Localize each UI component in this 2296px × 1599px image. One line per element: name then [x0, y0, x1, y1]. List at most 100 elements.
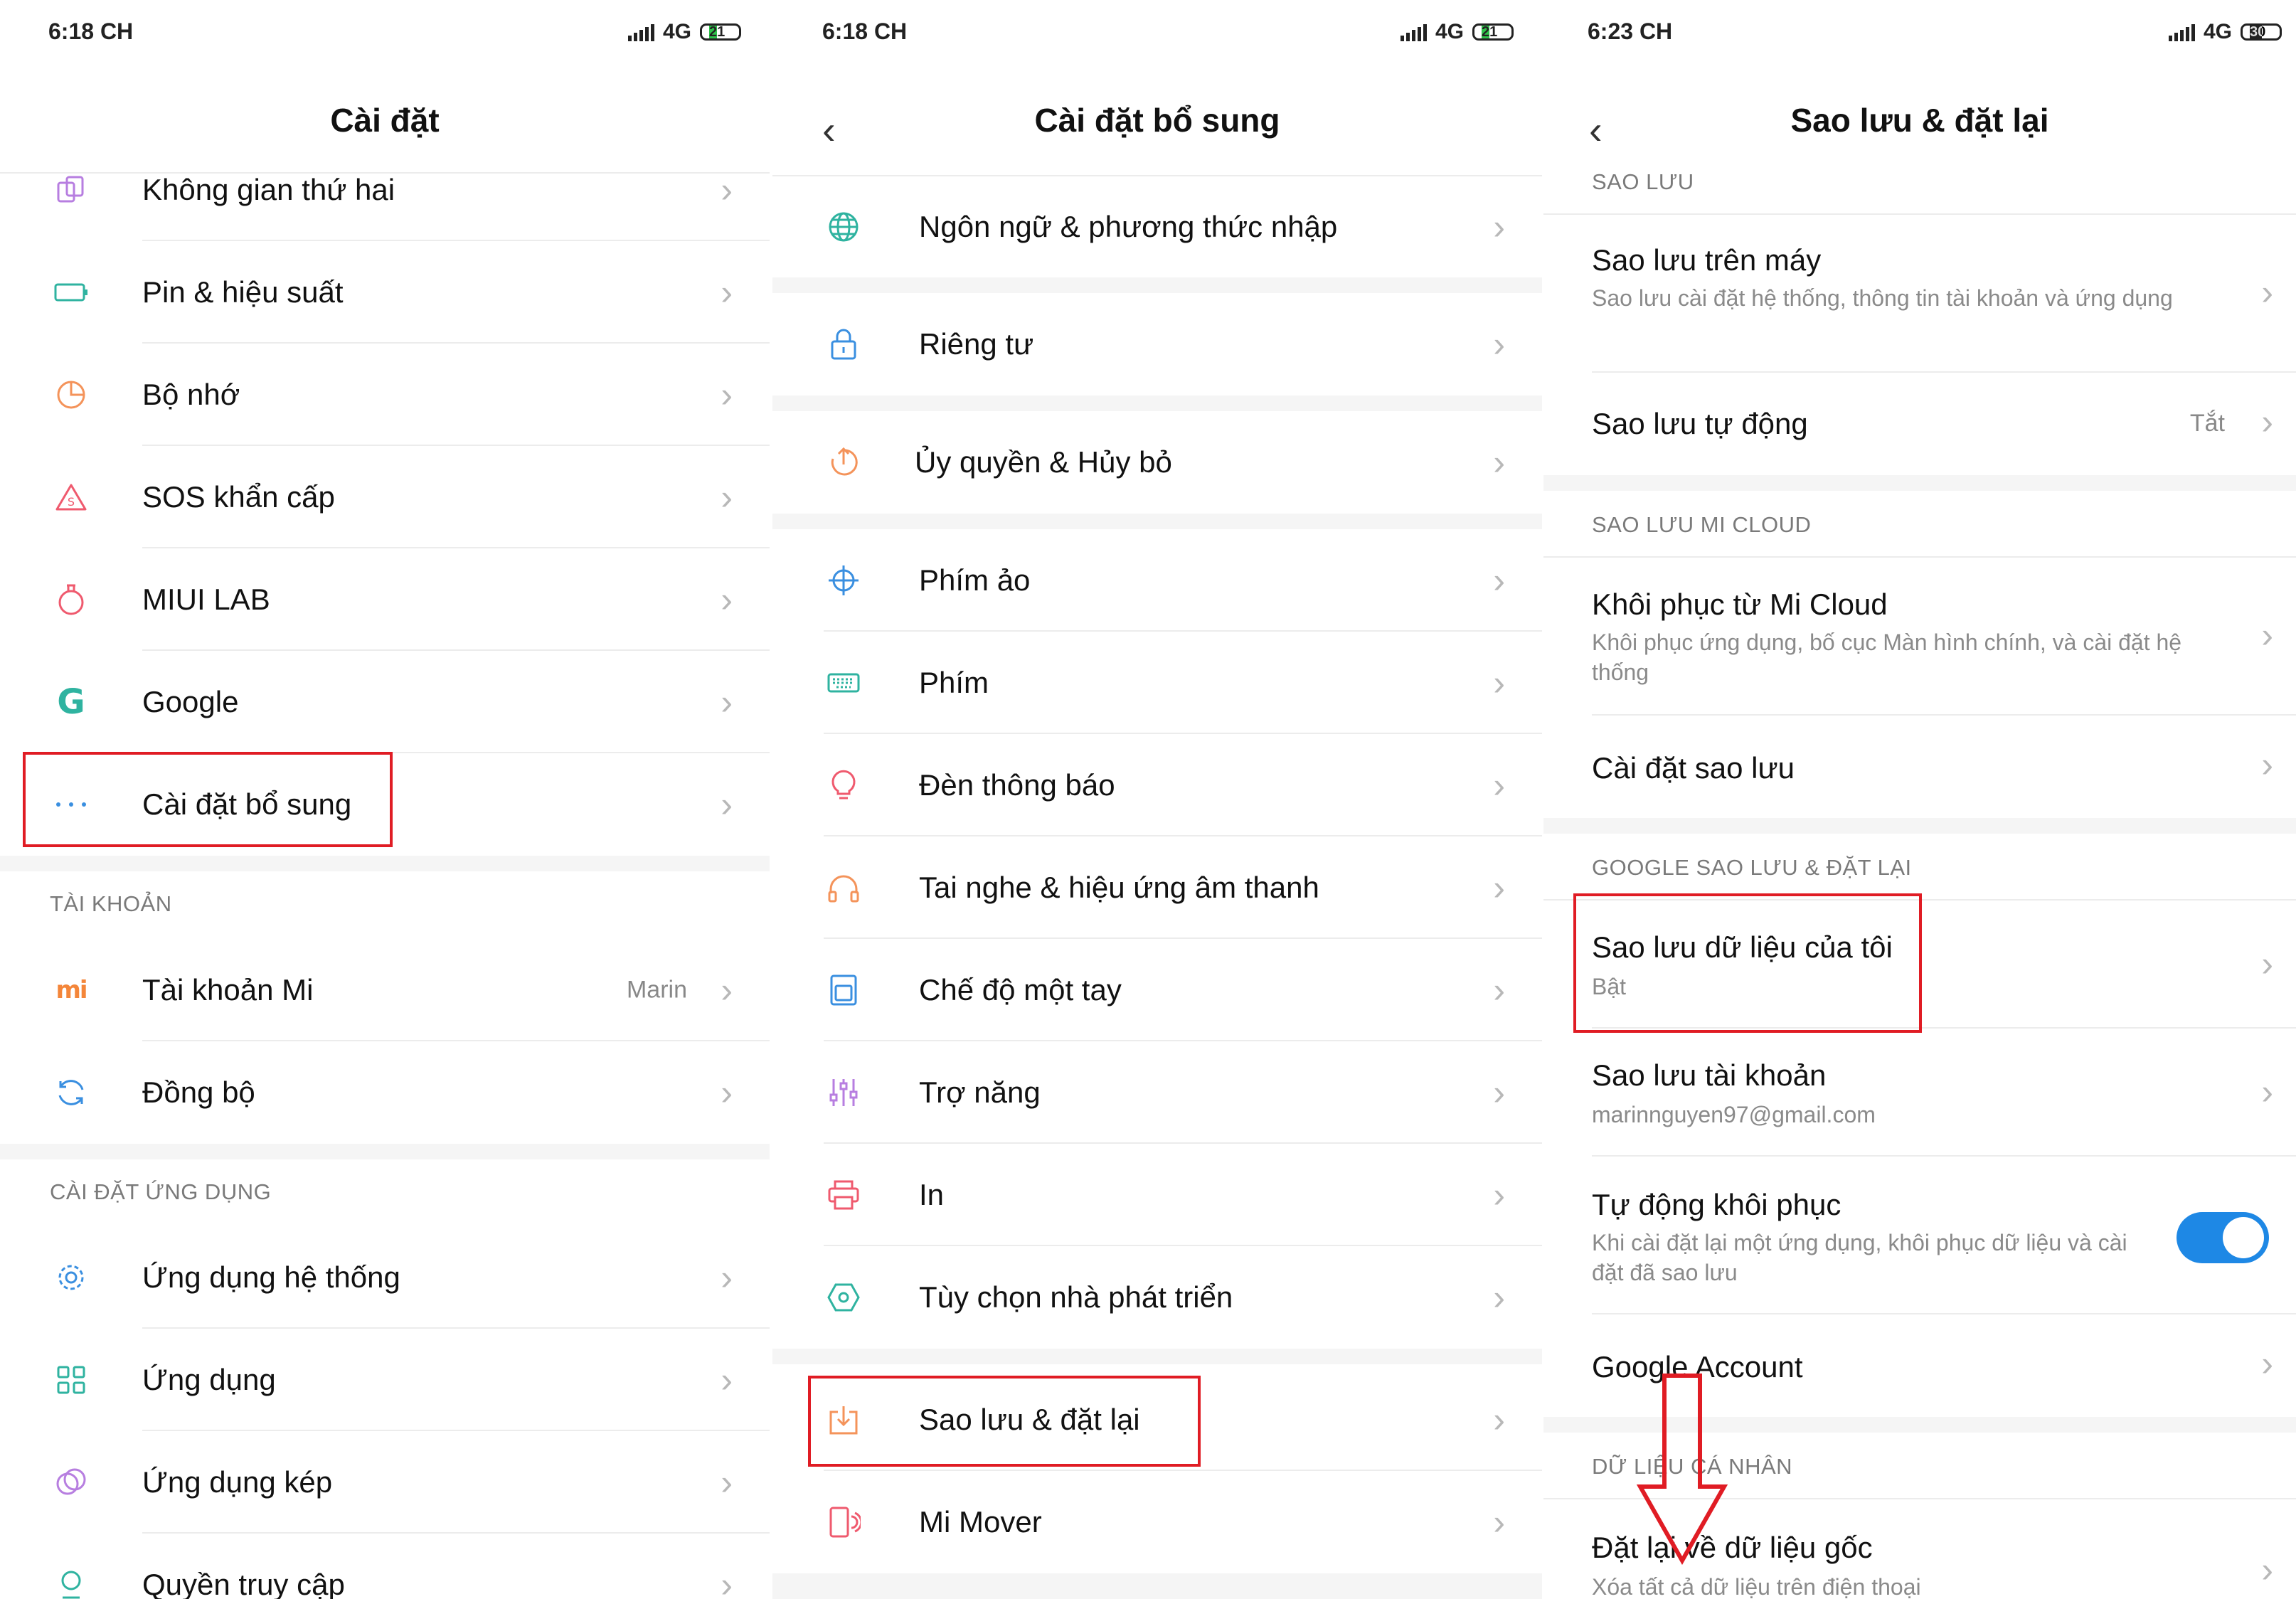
list-item-title: Tự động khôi phục — [1592, 1188, 1841, 1221]
list-item-title: Đặt lại về dữ liệu gốc — [1592, 1531, 1873, 1564]
list-item-label: Phím ảo — [919, 563, 1031, 597]
auto-restore-toggle[interactable] — [2177, 1212, 2269, 1263]
list-item-backup-settings[interactable]: Cài đặt sao lưu › — [1543, 716, 2296, 818]
chevron-right-icon: › — [1493, 561, 1505, 600]
list-item-google[interactable]: G Google › — [0, 651, 770, 753]
list-item-label: Pin & hiệu suất — [142, 275, 344, 309]
chevron-right-icon: › — [2261, 1550, 2273, 1590]
chevron-right-icon: › — [2261, 745, 2273, 785]
list-item-restore-mi-cloud[interactable]: Khôi phục từ Mi Cloud Khôi phục ứng dụng… — [1543, 558, 2296, 716]
list-item-language-input[interactable]: Ngôn ngữ & phương thức nhập › — [772, 176, 1542, 277]
chevron-right-icon: › — [721, 785, 733, 824]
account-name: Marin — [626, 976, 687, 1004]
chevron-right-icon: › — [721, 272, 733, 312]
battery-icon: 21 — [700, 23, 741, 41]
chevron-right-icon: › — [2261, 1072, 2273, 1112]
mi-logo-icon: mi — [55, 976, 87, 1004]
storage-icon — [50, 373, 92, 416]
chevron-right-icon: › — [2261, 272, 2273, 312]
printer-icon — [822, 1174, 865, 1216]
settings-screen: 6:18 CH 4G 21 Cài đặt Không gian thứ hai… — [0, 0, 770, 1599]
list-item-authorization[interactable]: Ủy quyền & Hủy bỏ › — [772, 411, 1542, 514]
chevron-right-icon: › — [721, 1258, 733, 1297]
status-time: 6:23 CH — [1588, 18, 1673, 44]
list-item-storage[interactable]: Bộ nhớ › — [0, 344, 770, 446]
list-item-mi-account[interactable]: mi Tài khoản Mi Marin › — [0, 939, 770, 1041]
chevron-right-icon: › — [1493, 1502, 1505, 1542]
list-item-miui-lab[interactable]: MIUI LAB › — [0, 548, 770, 651]
list-item-label: Bộ nhớ — [142, 378, 240, 411]
chevron-right-icon: › — [2261, 944, 2273, 984]
status-icons: 4G 30 — [2168, 20, 2282, 44]
list-item-backup-account[interactable]: Sao lưu tài khoản marinnguyen97@gmail.co… — [1543, 1029, 2296, 1157]
red-arrow-down-icon — [1636, 1374, 1728, 1565]
chevron-right-icon: › — [721, 1462, 733, 1502]
list-item-subtitle: Khi cài đặt lại một ứng dụng, khôi phục … — [1592, 1230, 2127, 1285]
list-item-permissions[interactable]: Quyền truy cập › — [0, 1534, 770, 1599]
authorization-icon — [822, 441, 865, 484]
list-item-label: MIUI LAB — [142, 583, 270, 616]
list-item-virtual-keys[interactable]: Phím ảo › — [772, 529, 1542, 632]
auto-backup-value: Tắt — [2189, 410, 2225, 437]
status-icons: 4G 21 — [627, 20, 741, 44]
highlight-box — [1573, 893, 1922, 1033]
chevron-right-icon: › — [1493, 207, 1505, 247]
list-item-auto-restore[interactable]: Tự động khôi phục Khi cài đặt lại một ứn… — [1543, 1157, 2296, 1314]
nav-bar: ‹ Cài đặt bổ sung — [772, 80, 1542, 165]
sos-icon: S — [50, 476, 92, 519]
list-item-auto-backup[interactable]: Sao lưu tự động Tắt › — [1543, 373, 2296, 475]
list-item-print[interactable]: In › — [772, 1144, 1542, 1246]
list-item-accessibility[interactable]: Trợ năng › — [772, 1041, 1542, 1144]
status-bar: 6:18 CH 4G 21 — [772, 0, 1542, 64]
list-item-system-apps[interactable]: Ứng dụng hệ thống › — [0, 1226, 770, 1329]
apps-grid-icon — [50, 1359, 92, 1401]
list-item-second-space[interactable]: Không gian thứ hai › — [0, 139, 770, 241]
list-item-label: Ứng dụng kép — [142, 1465, 333, 1499]
list-item-subtitle: marinnguyen97@gmail.com — [1592, 1102, 1876, 1127]
chevron-right-icon: › — [721, 375, 733, 415]
gear-icon — [50, 1256, 92, 1299]
section-header: GOOGLE SAO LƯU & ĐẶT LẠI — [1592, 855, 1912, 880]
list-item-label: Ngôn ngữ & phương thức nhập — [919, 210, 1338, 243]
list-item-apps[interactable]: Ứng dụng › — [0, 1329, 770, 1431]
list-item-title: Sao lưu trên máy — [1592, 243, 1822, 277]
additional-settings-screen: 6:18 CH 4G 21 ‹ Cài đặt bổ sung Ngôn ngữ… — [772, 0, 1542, 1599]
list-item-local-backup[interactable]: Sao lưu trên máy Sao lưu cài đặt hệ thốn… — [1543, 215, 2296, 373]
list-item-label: Đèn thông báo — [919, 768, 1115, 802]
list-item-privacy[interactable]: Riêng tư › — [772, 293, 1542, 395]
chevron-right-icon: › — [721, 1360, 733, 1400]
list-item-label: Tài khoản Mi — [142, 973, 314, 1006]
section-header: CÀI ĐẶT ỨNG DỤNG — [50, 1179, 272, 1204]
backup-reset-screen: 6:23 CH 4G 30 ‹ Sao lưu & đặt lại SAO LƯ… — [1543, 0, 2296, 1599]
lab-flask-icon — [50, 578, 92, 621]
section-header: TÀI KHOẢN — [50, 891, 172, 916]
list-item-sos[interactable]: S SOS khẩn cấp › — [0, 446, 770, 548]
highlight-box — [23, 752, 393, 847]
list-item-sync[interactable]: Đồng bộ › — [0, 1041, 770, 1144]
chevron-right-icon: › — [721, 1565, 733, 1599]
list-item-developer-options[interactable]: Tùy chọn nhà phát triển › — [772, 1246, 1542, 1349]
phone-transfer-icon — [822, 1501, 865, 1544]
list-item-mi-mover[interactable]: Mi Mover › — [772, 1471, 1542, 1573]
list-item-battery[interactable]: Pin & hiệu suất › — [0, 241, 770, 344]
sync-icon — [50, 1071, 92, 1114]
list-item-dual-apps[interactable]: Ứng dụng kép › — [0, 1431, 770, 1534]
chevron-right-icon: › — [2261, 615, 2273, 655]
chevron-right-icon: › — [1493, 765, 1505, 805]
list-item-notification-light[interactable]: Đèn thông báo › — [772, 734, 1542, 836]
chevron-right-icon: › — [1493, 1073, 1505, 1112]
status-bar: 6:18 CH 4G 21 — [0, 0, 770, 64]
list-item-label: In — [919, 1178, 945, 1211]
chevron-right-icon: › — [2261, 1344, 2273, 1383]
list-item-keys[interactable]: Phím › — [772, 632, 1542, 734]
keyboard-icon — [822, 662, 865, 704]
list-item-headphones[interactable]: Tai nghe & hiệu ứng âm thanh › — [772, 836, 1542, 939]
status-icons: 4G 21 — [1400, 20, 1514, 44]
list-item-label: Không gian thứ hai — [142, 173, 395, 206]
status-time: 6:18 CH — [822, 18, 908, 44]
list-item-title: Khôi phục từ Mi Cloud — [1592, 588, 1888, 621]
list-item-one-hand-mode[interactable]: Chế độ một tay › — [772, 939, 1542, 1041]
chevron-right-icon: › — [721, 682, 733, 722]
list-item-label: Trợ năng — [919, 1075, 1041, 1109]
list-item-label: Ứng dụng — [142, 1363, 276, 1396]
